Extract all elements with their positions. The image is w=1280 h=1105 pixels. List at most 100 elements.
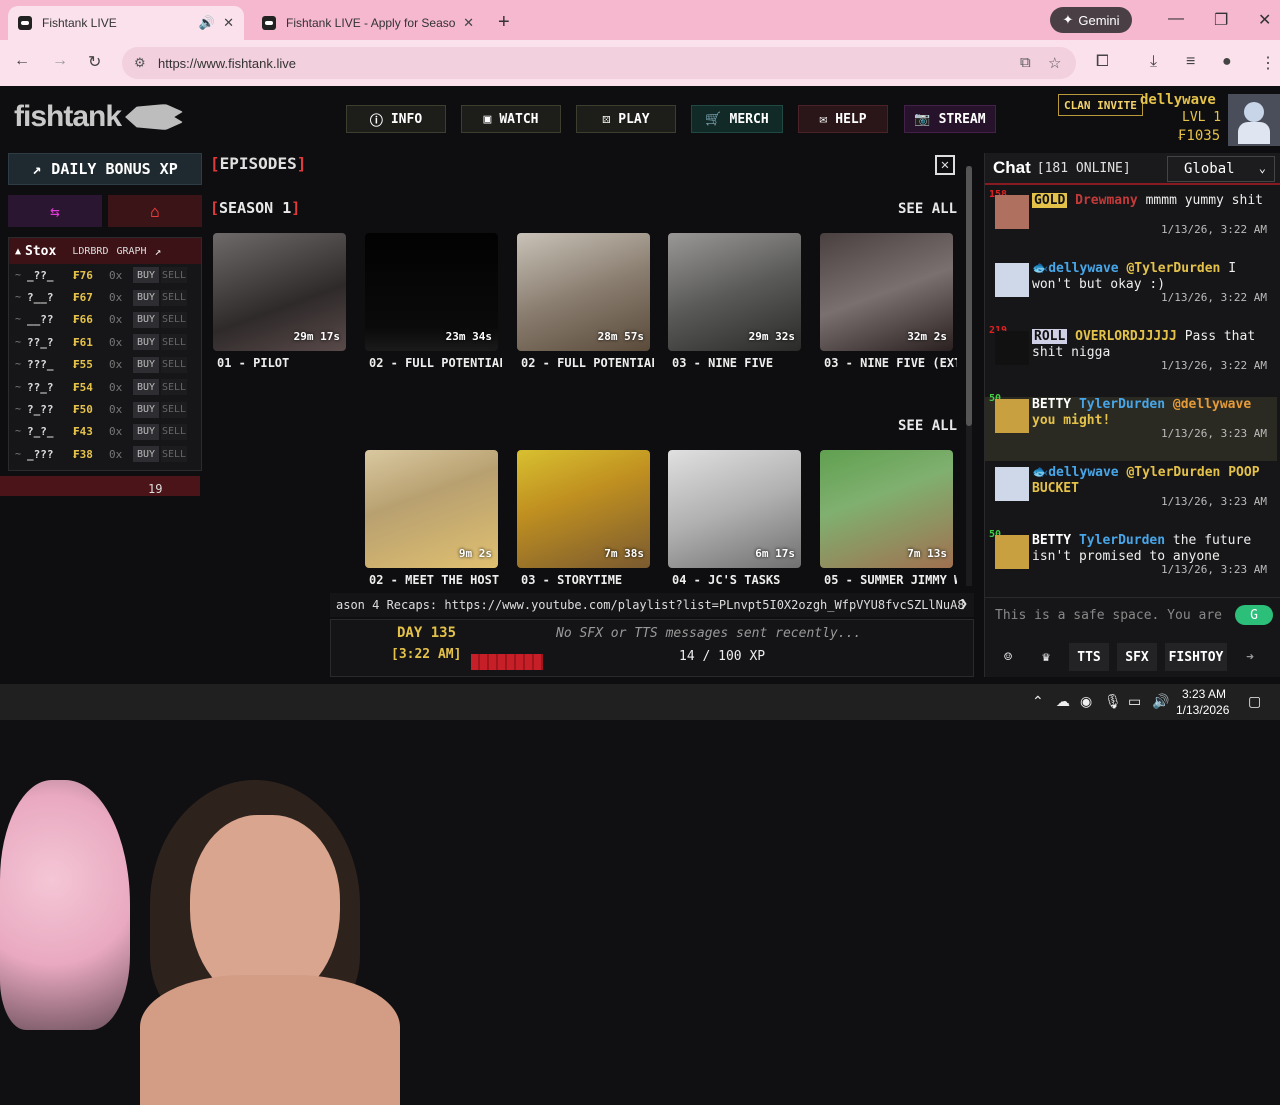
gemini-button[interactable]: ✦ Gemini — [1050, 7, 1132, 33]
chevron-up-icon[interactable]: ⌃ — [1032, 693, 1044, 710]
episode-title[interactable]: 04 - JC'S TASKS — [672, 573, 805, 587]
sfx-button[interactable]: SFX — [1117, 643, 1157, 671]
chat-mention[interactable]: @dellywave — [1173, 397, 1251, 412]
stox-buy-button[interactable]: BUY — [133, 311, 159, 328]
episode-thumbnail[interactable]: 28m 57s — [517, 233, 650, 351]
grammarly-icon[interactable]: G — [1235, 605, 1273, 625]
see-all-link[interactable]: SEE ALL — [898, 418, 957, 434]
send-icon[interactable]: ➜ — [1235, 643, 1265, 671]
episode-title[interactable]: 03 - STORYTIME — [521, 573, 654, 587]
daily-bonus-button[interactable]: ↗ DAILY BONUS XP — [8, 153, 202, 185]
clock-time[interactable]: 3:23 AM — [1182, 687, 1226, 701]
episode-title[interactable]: 02 - FULL POTENTIAL — [369, 356, 502, 370]
nav-stream-button[interactable]: 📷 STREAM — [904, 105, 996, 133]
chat-username[interactable]: TylerDurden — [1079, 533, 1165, 548]
stox-sell-button[interactable]: SELL — [161, 311, 187, 328]
avatar[interactable] — [995, 331, 1029, 365]
episode-thumbnail[interactable]: 29m 32s — [668, 233, 801, 351]
forward-icon[interactable]: → — [52, 52, 68, 70]
nav-info-button[interactable]: ⓘ INFO — [346, 105, 446, 133]
browser-tab-fishtank[interactable]: Fishtank LIVE 🔊 ✕ — [8, 6, 244, 40]
stox-buy-button[interactable]: BUY — [133, 289, 159, 306]
maximize-icon[interactable]: ❐ — [1214, 10, 1228, 30]
mic-icon[interactable]: ◉ — [1080, 693, 1092, 710]
fishtoy-button[interactable]: FISHTOY — [1165, 643, 1227, 671]
nav-play-button[interactable]: ⚄ PLAY — [576, 105, 676, 133]
episode-title[interactable]: 05 - SUMMER JIMMY W — [824, 573, 957, 587]
stox-graph-link[interactable]: GRAPH — [116, 246, 146, 257]
chevron-right-icon[interactable]: ❯ — [960, 596, 968, 612]
chat-mention[interactable]: @TylerDurden — [1126, 261, 1220, 276]
install-app-icon[interactable]: ⧉ — [1020, 54, 1031, 71]
episode-title[interactable]: 01 - PILOT — [217, 356, 350, 370]
clan-invite-button[interactable]: CLAN INVITE — [1058, 94, 1143, 116]
chat-username[interactable]: dellywave — [1048, 465, 1118, 480]
episode-thumbnail[interactable]: 29m 17s — [213, 233, 346, 351]
stox-sell-button[interactable]: SELL — [161, 289, 187, 306]
avatar[interactable] — [995, 195, 1029, 229]
episode-thumbnail[interactable]: 6m 17s — [668, 450, 801, 568]
chat-room-select[interactable]: Global ⌄ — [1167, 156, 1275, 182]
extensions-icon[interactable]: ⧠ — [1096, 53, 1109, 71]
profile-icon[interactable]: ● — [1222, 53, 1232, 71]
avatar[interactable] — [995, 263, 1029, 297]
reload-icon[interactable]: ↻ — [88, 52, 101, 72]
bookmark-star-icon[interactable]: ☆ — [1048, 54, 1061, 72]
download-icon[interactable]: ⤓ — [1150, 53, 1157, 71]
new-tab-button[interactable]: + — [498, 11, 510, 34]
stox-sell-button[interactable]: SELL — [161, 356, 187, 373]
stox-sell-button[interactable]: SELL — [161, 267, 187, 284]
media-icon[interactable]: ≡ — [1186, 53, 1195, 71]
stox-buy-button[interactable]: BUY — [133, 267, 159, 284]
notifications-icon[interactable]: ▢ — [1248, 693, 1261, 710]
chat-username[interactable]: dellywave — [1048, 261, 1118, 276]
minimize-icon[interactable]: — — [1168, 10, 1184, 28]
close-tab-icon[interactable]: ✕ — [223, 15, 234, 31]
stox-buy-button[interactable]: BUY — [133, 334, 159, 351]
site-info-icon[interactable]: ⚙ — [134, 55, 146, 71]
shop-button[interactable]: ⌂ — [108, 195, 202, 227]
menu-icon[interactable]: ⋮ — [1260, 53, 1276, 73]
browser-tab-apply[interactable]: Fishtank LIVE - Apply for Season ✕ — [252, 6, 484, 40]
clock-date[interactable]: 1/13/2026 — [1176, 703, 1229, 717]
swap-button[interactable]: ⇆ — [8, 195, 102, 227]
fishtank-logo[interactable]: fishtank — [14, 100, 184, 134]
avatar[interactable] — [1228, 94, 1280, 146]
episode-thumbnail[interactable]: 7m 13s — [820, 450, 953, 568]
recaps-ticker[interactable]: ason 4 Recaps: https://www.youtube.com/p… — [330, 593, 974, 617]
episode-thumbnail[interactable]: 23m 34s — [365, 233, 498, 351]
cloud-icon[interactable]: ☁ — [1056, 693, 1070, 710]
tts-button[interactable]: TTS — [1069, 643, 1109, 671]
chat-username[interactable]: Drewmany — [1075, 193, 1138, 208]
avatar[interactable] — [995, 467, 1029, 501]
episodes-scrollbar[interactable] — [966, 166, 972, 586]
avatar[interactable] — [995, 535, 1029, 569]
stox-sell-button[interactable]: SELL — [161, 334, 187, 351]
episode-thumbnail[interactable]: 32m 2s — [820, 233, 953, 351]
username[interactable]: dellywave — [1140, 92, 1216, 108]
episode-title[interactable]: 03 - NINE FIVE (EXT — [824, 356, 957, 370]
close-window-icon[interactable]: ✕ — [1258, 10, 1271, 30]
close-episodes-icon[interactable]: ✕ — [935, 155, 955, 175]
chat-mention[interactable]: @TylerDurden — [1126, 465, 1220, 480]
nav-help-button[interactable]: ✉ HELP — [798, 105, 888, 133]
trophy-icon[interactable]: ♛ — [1031, 643, 1061, 671]
chat-username[interactable]: TylerDurden — [1079, 397, 1165, 412]
speaker-icon[interactable]: 🔊 — [199, 15, 215, 31]
volume-icon[interactable]: 🔊 — [1152, 693, 1169, 710]
stox-leaderboard-link[interactable]: LDRBRD — [72, 246, 108, 257]
nav-merch-button[interactable]: 🛒 MERCH — [691, 105, 783, 133]
scrollbar-thumb[interactable] — [966, 166, 972, 426]
close-tab-icon[interactable]: ✕ — [463, 15, 474, 31]
microphone-icon[interactable]: 🎙 — [1104, 693, 1122, 710]
avatar[interactable] — [995, 399, 1029, 433]
nav-watch-button[interactable]: ▣ WATCH — [461, 105, 561, 133]
url-field[interactable]: ⚙ https://www.fishtank.live ⧉ ☆ — [122, 47, 1076, 79]
chat-input[interactable]: This is a safe space. You are G — [985, 597, 1280, 633]
network-icon[interactable]: ▭ — [1128, 693, 1141, 710]
back-icon[interactable]: ← — [14, 52, 30, 70]
episode-title[interactable]: 03 - NINE FIVE — [672, 356, 805, 370]
see-all-link[interactable]: SEE ALL — [898, 201, 957, 217]
chat-username[interactable]: OVERLORDJJJJJ — [1075, 329, 1177, 344]
episode-thumbnail[interactable]: 7m 38s — [517, 450, 650, 568]
